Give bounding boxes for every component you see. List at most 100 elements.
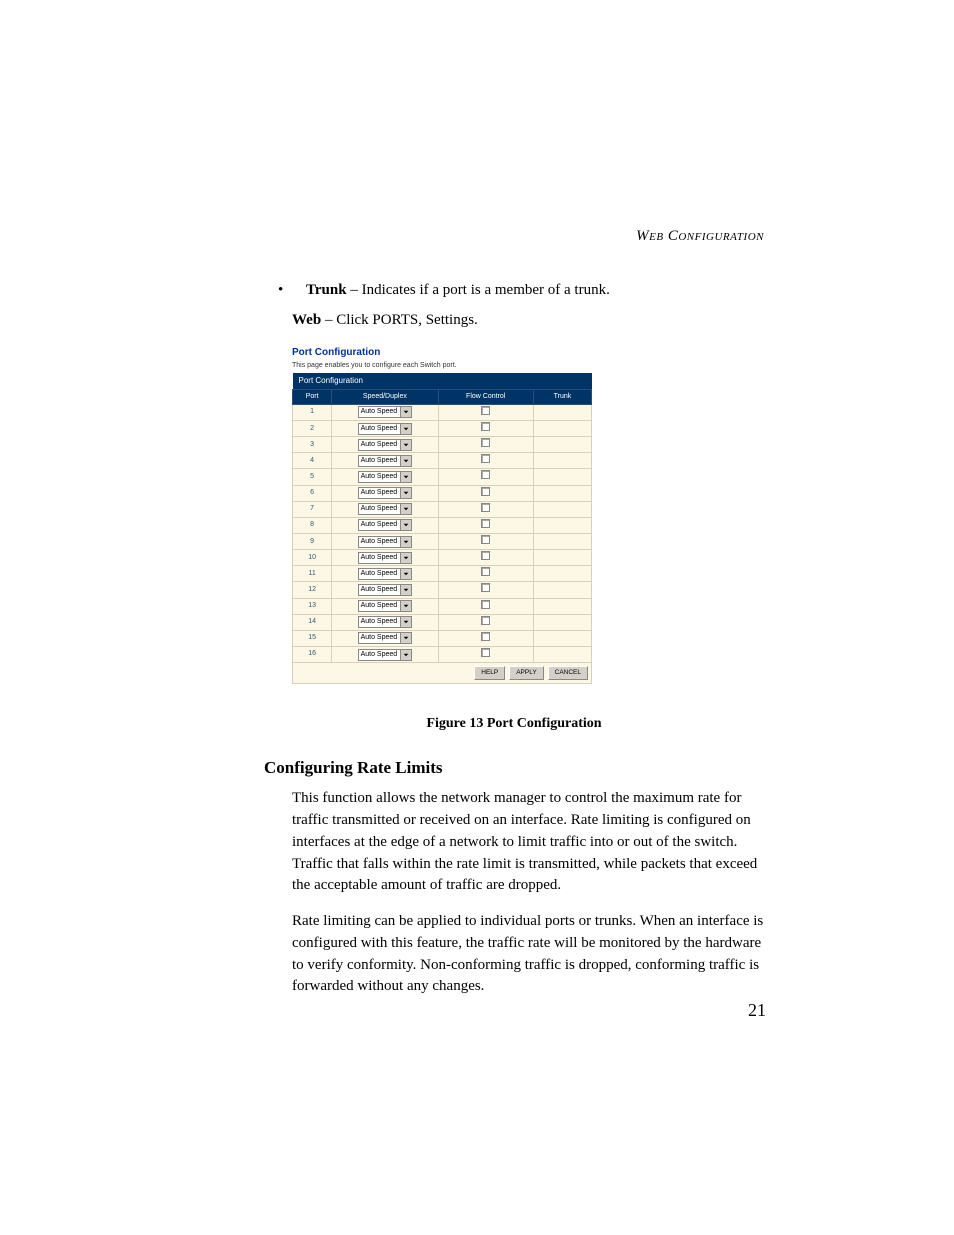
port-cell: 13 [293, 598, 332, 614]
flow-control-checkbox[interactable] [481, 470, 490, 479]
speed-cell: Auto Speed [332, 404, 438, 420]
chevron-down-icon [400, 585, 411, 595]
speed-duplex-dropdown[interactable]: Auto Speed [358, 439, 413, 451]
speed-duplex-dropdown[interactable]: Auto Speed [358, 503, 413, 515]
speed-duplex-dropdown[interactable]: Auto Speed [358, 600, 413, 612]
help-button[interactable]: HELP [474, 666, 505, 679]
web-text: – Click PORTS, Settings. [321, 312, 478, 328]
speed-cell: Auto Speed [332, 517, 438, 533]
table-row: 2 Auto Speed [293, 421, 592, 437]
flow-control-cell [438, 421, 533, 437]
speed-cell: Auto Speed [332, 646, 438, 662]
flow-control-checkbox[interactable] [481, 535, 490, 544]
flow-control-cell [438, 404, 533, 420]
web-label: Web [292, 312, 321, 328]
port-cell: 9 [293, 534, 332, 550]
running-header: Web Configuration [636, 228, 764, 245]
port-cell: 4 [293, 453, 332, 469]
paragraph-2: Rate limiting can be applied to individu… [292, 911, 764, 998]
port-cell: 1 [293, 404, 332, 420]
button-row: HELP APPLY CANCEL [292, 663, 592, 683]
web-instruction: Web – Click PORTS, Settings. [292, 310, 764, 332]
table-row: 16 Auto Speed [293, 646, 592, 662]
flow-control-checkbox[interactable] [481, 567, 490, 576]
chevron-down-icon [400, 569, 411, 579]
flow-control-checkbox[interactable] [481, 406, 490, 415]
flow-control-checkbox[interactable] [481, 519, 490, 528]
table-section-header: Port Configuration [293, 373, 592, 389]
bullet-trunk-text: – Indicates if a port is a member of a t… [347, 282, 610, 298]
apply-button[interactable]: APPLY [509, 666, 543, 679]
chevron-down-icon [400, 472, 411, 482]
table-row: 9 Auto Speed [293, 534, 592, 550]
flow-control-cell [438, 437, 533, 453]
flow-control-checkbox[interactable] [481, 583, 490, 592]
speed-duplex-dropdown[interactable]: Auto Speed [358, 536, 413, 548]
trunk-cell [533, 485, 591, 501]
speed-cell: Auto Speed [332, 421, 438, 437]
flow-control-cell [438, 582, 533, 598]
port-cell: 2 [293, 421, 332, 437]
col-flow: Flow Control [438, 389, 533, 404]
speed-duplex-dropdown[interactable]: Auto Speed [358, 487, 413, 499]
speed-duplex-dropdown[interactable]: Auto Speed [358, 423, 413, 435]
speed-cell: Auto Speed [332, 582, 438, 598]
table-row: 14Auto Speed [293, 614, 592, 630]
speed-duplex-dropdown[interactable]: Auto Speed [358, 584, 413, 596]
cancel-button[interactable]: CANCEL [548, 666, 588, 679]
dropdown-label: Auto Speed [359, 488, 401, 498]
col-trunk: Trunk [533, 389, 591, 404]
flow-control-cell [438, 598, 533, 614]
flow-control-checkbox[interactable] [481, 551, 490, 560]
flow-control-cell [438, 646, 533, 662]
section-heading: Configuring Rate Limits [264, 756, 764, 781]
speed-duplex-dropdown[interactable]: Auto Speed [358, 471, 413, 483]
speed-duplex-dropdown[interactable]: Auto Speed [358, 406, 413, 418]
table-row: 11Auto Speed [293, 566, 592, 582]
speed-duplex-dropdown[interactable]: Auto Speed [358, 519, 413, 531]
chevron-down-icon [400, 488, 411, 498]
table-row: 4 Auto Speed [293, 453, 592, 469]
port-cell: 16 [293, 646, 332, 662]
flow-control-checkbox[interactable] [481, 503, 490, 512]
trunk-cell [533, 614, 591, 630]
flow-control-cell [438, 453, 533, 469]
flow-control-cell [438, 469, 533, 485]
chevron-down-icon [400, 633, 411, 643]
flow-control-checkbox[interactable] [481, 454, 490, 463]
flow-control-checkbox[interactable] [481, 616, 490, 625]
trunk-cell [533, 550, 591, 566]
speed-duplex-dropdown[interactable]: Auto Speed [358, 568, 413, 580]
port-cell: 3 [293, 437, 332, 453]
dropdown-label: Auto Speed [359, 569, 401, 579]
flow-control-checkbox[interactable] [481, 632, 490, 641]
speed-duplex-dropdown[interactable]: Auto Speed [358, 649, 413, 661]
dropdown-label: Auto Speed [359, 504, 401, 514]
flow-control-checkbox[interactable] [481, 648, 490, 657]
speed-duplex-dropdown[interactable]: Auto Speed [358, 616, 413, 628]
port-cell: 5 [293, 469, 332, 485]
flow-control-checkbox[interactable] [481, 438, 490, 447]
speed-cell: Auto Speed [332, 469, 438, 485]
speed-duplex-dropdown[interactable]: Auto Speed [358, 455, 413, 467]
page-number: 21 [748, 1000, 766, 1021]
trunk-cell [533, 501, 591, 517]
dropdown-label: Auto Speed [359, 456, 401, 466]
dropdown-label: Auto Speed [359, 440, 401, 450]
flow-control-checkbox[interactable] [481, 487, 490, 496]
speed-duplex-dropdown[interactable]: Auto Speed [358, 632, 413, 644]
flow-control-cell [438, 534, 533, 550]
trunk-cell [533, 534, 591, 550]
flow-control-checkbox[interactable] [481, 422, 490, 431]
dropdown-label: Auto Speed [359, 553, 401, 563]
trunk-cell [533, 437, 591, 453]
port-cell: 12 [293, 582, 332, 598]
chevron-down-icon [400, 504, 411, 514]
speed-duplex-dropdown[interactable]: Auto Speed [358, 552, 413, 564]
dropdown-label: Auto Speed [359, 617, 401, 627]
flow-control-cell [438, 485, 533, 501]
chevron-down-icon [400, 520, 411, 530]
screenshot-title: Port Configuration [292, 346, 592, 361]
speed-cell: Auto Speed [332, 485, 438, 501]
flow-control-checkbox[interactable] [481, 600, 490, 609]
